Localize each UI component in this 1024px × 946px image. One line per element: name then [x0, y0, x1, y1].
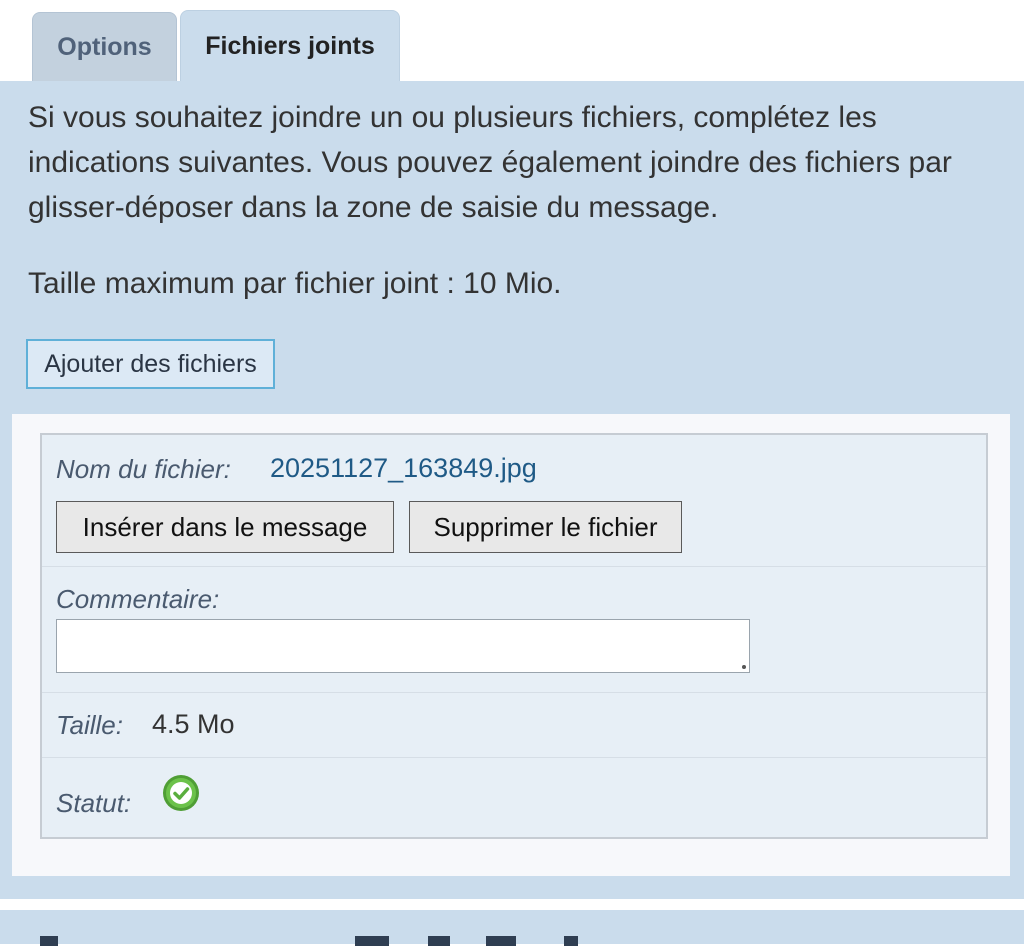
- tab-options-label: Options: [57, 32, 152, 61]
- size-value: 4.5 Mo: [152, 709, 235, 739]
- resize-grip-icon[interactable]: [742, 665, 746, 669]
- filename-label: Nom du fichier:: [56, 454, 231, 484]
- filename-row: Nom du fichier: 20251127_163849.jpg Insé…: [42, 435, 986, 566]
- comment-row: Commentaire:: [42, 566, 986, 692]
- size-label: Taille:: [56, 710, 123, 740]
- size-row: Taille: 4.5 Mo: [42, 692, 986, 757]
- delete-file-button[interactable]: Supprimer le fichier: [409, 501, 682, 553]
- tab-bar: Options Fichiers joints: [0, 0, 1024, 81]
- intro-text: Si vous souhaitez joindre un ou plusieur…: [28, 101, 952, 224]
- comment-label: Commentaire:: [56, 584, 220, 614]
- insert-in-message-button[interactable]: Insérer dans le message: [56, 501, 394, 553]
- add-files-button[interactable]: Ajouter des fichiers: [26, 339, 275, 389]
- tab-fichiers-joints[interactable]: Fichiers joints: [180, 10, 400, 81]
- toolbar-icon-peek[interactable]: [40, 936, 58, 946]
- file-list-zone: Nom du fichier: 20251127_163849.jpg Insé…: [12, 414, 1010, 876]
- tab-options[interactable]: Options: [32, 12, 177, 81]
- status-label: Statut:: [56, 788, 132, 818]
- status-row: Statut:: [42, 757, 986, 837]
- tab-fichiers-joints-label: Fichiers joints: [205, 31, 375, 60]
- toolbar-icon-peek[interactable]: [355, 936, 389, 946]
- toolbar-icon-peek[interactable]: [564, 936, 578, 946]
- attachments-panel: Si vous souhaitez joindre un ou plusieur…: [0, 81, 1024, 899]
- toolbar-icon-peek[interactable]: [428, 936, 450, 946]
- check-circle-icon: [163, 775, 199, 811]
- attachment-item: Nom du fichier: 20251127_163849.jpg Insé…: [40, 433, 988, 839]
- filename-value: 20251127_163849.jpg: [270, 453, 537, 483]
- toolbar-icon-peek[interactable]: [486, 936, 516, 946]
- max-size-text: Taille maximum par fichier joint : 10 Mi…: [28, 267, 562, 300]
- comment-input[interactable]: [56, 619, 750, 673]
- bottom-toolbar: [0, 910, 1024, 946]
